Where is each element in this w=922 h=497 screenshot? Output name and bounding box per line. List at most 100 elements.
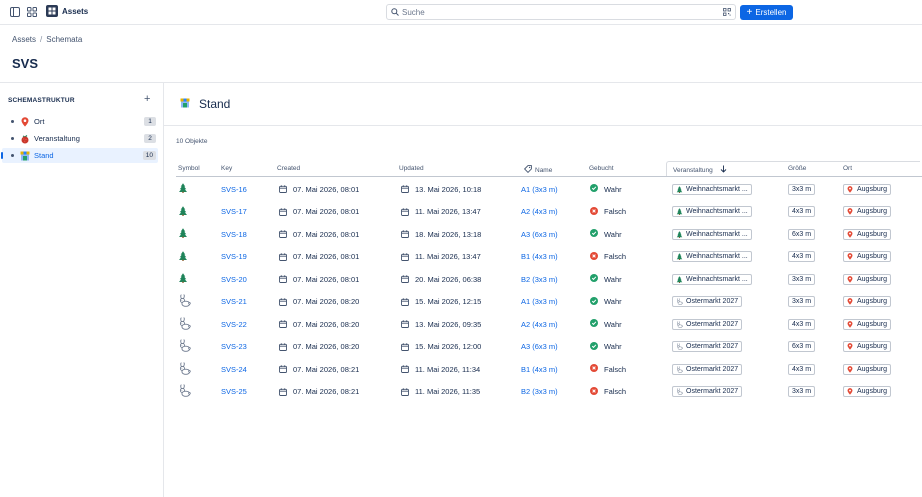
column-header-created[interactable]: Created	[277, 165, 300, 172]
column-label: Created	[277, 165, 301, 172]
sidebar-toggle-icon[interactable]	[9, 6, 21, 18]
breadcrumb-schemata[interactable]: Schemata	[46, 35, 82, 44]
breadcrumb-assets[interactable]: Assets	[12, 35, 36, 44]
table-row[interactable]: SVS-23 07. Mai 2026, 08:20 15. Mai 2026,…	[176, 336, 922, 359]
event-chip[interactable]: Weihnachtsmarkt ...	[672, 206, 752, 218]
calendar-icon	[279, 298, 287, 306]
rabbit-icon	[178, 339, 191, 354]
location-chip[interactable]: Augsburg	[843, 228, 891, 240]
column-header-ort[interactable]: Ort	[843, 165, 852, 172]
gebucht-value: Wahr	[604, 184, 622, 194]
location-chip[interactable]: Augsburg	[843, 183, 891, 195]
updated-value: 20. Mai 2026, 06:38	[415, 274, 482, 284]
name-link[interactable]: B2 (3x3 m)	[521, 268, 558, 291]
table-row[interactable]: SVS-20 07. Mai 2026, 08:01 20. Mai 2026,…	[176, 268, 922, 291]
app-grid-icon[interactable]	[26, 6, 38, 18]
groesse-cell: 6x3 m	[788, 336, 816, 359]
sidebar-item-label: Ort	[34, 117, 45, 126]
created-value: 07. Mai 2026, 08:20	[293, 342, 360, 352]
key-link[interactable]: SVS-19	[221, 246, 247, 269]
column-header-groesse[interactable]: Größe	[788, 165, 806, 172]
map-pin-icon	[847, 343, 854, 350]
key-link[interactable]: SVS-17	[221, 201, 247, 224]
name-link[interactable]: A1 (3x3 m)	[521, 178, 558, 201]
ort-cell: Augsburg	[843, 291, 891, 314]
table-row[interactable]: SVS-18 07. Mai 2026, 08:01 18. Mai 2026,…	[176, 223, 922, 246]
map-pin-icon	[847, 365, 854, 373]
key-link[interactable]: SVS-16	[221, 178, 247, 201]
column-header-updated[interactable]: Updated	[399, 165, 424, 172]
search-input[interactable]: Suche	[386, 4, 736, 20]
key-link[interactable]: SVS-18	[221, 223, 247, 246]
created-value: 07. Mai 2026, 08:21	[293, 364, 360, 374]
table-row[interactable]: SVS-16 07. Mai 2026, 08:01 13. Mai 2026,…	[176, 178, 922, 201]
column-header-key[interactable]: Key	[221, 165, 232, 172]
key-link[interactable]: SVS-20	[221, 268, 247, 291]
gebucht-value: Wahr	[604, 229, 622, 239]
created-cell: 07. Mai 2026, 08:01	[279, 178, 359, 201]
column-header-symbol[interactable]: Symbol	[178, 165, 200, 172]
key-link[interactable]: SVS-23	[221, 336, 247, 359]
table-row[interactable]: SVS-24 07. Mai 2026, 08:21 11. Mai 2026,…	[176, 358, 922, 381]
table-row[interactable]: SVS-19 07. Mai 2026, 08:01 11. Mai 2026,…	[176, 246, 922, 269]
name-link[interactable]: A2 (4x3 m)	[521, 201, 558, 224]
name-link[interactable]: B1 (4x3 m)	[521, 246, 558, 269]
location-chip[interactable]: Augsburg	[843, 341, 891, 353]
sidebar-item-ort[interactable]: Ort 1	[2, 114, 158, 129]
create-button[interactable]: + Erstellen	[740, 5, 793, 20]
qr-code-icon[interactable]	[723, 8, 731, 18]
location-chip[interactable]: Augsburg	[843, 273, 891, 285]
event-chip[interactable]: Weihnachtsmarkt ...	[672, 228, 752, 240]
location-chip[interactable]: Augsburg	[843, 318, 891, 330]
name-link[interactable]: B1 (4x3 m)	[521, 358, 558, 381]
location-chip[interactable]: Augsburg	[843, 386, 891, 398]
event-chip[interactable]: Ostermarkt 2027	[672, 318, 743, 330]
column-header-name[interactable]: Name	[523, 165, 553, 175]
table-row[interactable]: SVS-22 07. Mai 2026, 08:20 13. Mai 2026,…	[176, 313, 922, 336]
table-header-divider	[176, 176, 922, 177]
event-chip[interactable]: Ostermarkt 2027	[672, 386, 743, 398]
calendar-icon	[401, 388, 409, 396]
column-header-veranstaltung[interactable]: Veranstaltung	[673, 165, 727, 175]
sidebar-item-veranstaltung[interactable]: Veranstaltung 2	[2, 131, 158, 146]
location-chip[interactable]: Augsburg	[843, 251, 891, 263]
event-chip[interactable]: Weihnachtsmarkt ...	[672, 183, 752, 195]
table-row[interactable]: SVS-17 07. Mai 2026, 08:01 11. Mai 2026,…	[176, 201, 922, 224]
event-chip[interactable]: Ostermarkt 2027	[672, 296, 743, 308]
location-label: Augsburg	[857, 253, 887, 261]
column-label: Ort	[843, 165, 853, 172]
size-chip: 4x3 m	[788, 363, 816, 375]
created-cell: 07. Mai 2026, 08:21	[279, 358, 359, 381]
gebucht-cell: Falsch	[590, 201, 626, 224]
column-label: Name	[535, 166, 553, 174]
ort-cell: Augsburg	[843, 246, 891, 269]
event-chip[interactable]: Ostermarkt 2027	[672, 363, 743, 375]
key-link[interactable]: SVS-21	[221, 291, 247, 314]
event-chip[interactable]: Ostermarkt 2027	[672, 341, 743, 353]
table-row[interactable]: SVS-21 07. Mai 2026, 08:20 15. Mai 2026,…	[176, 291, 922, 314]
add-object-type-button[interactable]: +	[144, 94, 150, 105]
map-pin-icon	[847, 185, 854, 193]
location-chip[interactable]: Augsburg	[843, 206, 891, 218]
updated-cell: 20. Mai 2026, 06:38	[401, 268, 481, 291]
map-pin-icon	[847, 253, 854, 260]
sidebar-item-stand[interactable]: Stand 10	[1, 148, 158, 163]
calendar-icon	[401, 208, 409, 216]
table-row[interactable]: SVS-25 07. Mai 2026, 08:21 11. Mai 2026,…	[176, 381, 922, 404]
name-link[interactable]: A2 (4x3 m)	[521, 313, 558, 336]
key-link[interactable]: SVS-22	[221, 313, 247, 336]
name-link[interactable]: A3 (6x3 m)	[521, 223, 558, 246]
app-name[interactable]: Assets	[62, 7, 88, 16]
name-link[interactable]: A1 (3x3 m)	[521, 291, 558, 314]
name-link[interactable]: B2 (3x3 m)	[521, 381, 558, 404]
event-chip[interactable]: Weihnachtsmarkt ...	[672, 273, 752, 285]
key-link[interactable]: SVS-24	[221, 358, 247, 381]
veranstaltung-cell: Weihnachtsmarkt ...	[672, 223, 752, 246]
event-chip[interactable]: Weihnachtsmarkt ...	[672, 251, 752, 263]
location-chip[interactable]: Augsburg	[843, 296, 891, 308]
name-link[interactable]: A3 (6x3 m)	[521, 336, 558, 359]
location-chip[interactable]: Augsburg	[843, 363, 891, 375]
key-link[interactable]: SVS-25	[221, 381, 247, 404]
assets-logo-icon[interactable]	[46, 5, 58, 17]
column-header-gebucht[interactable]: Gebucht	[589, 165, 614, 172]
